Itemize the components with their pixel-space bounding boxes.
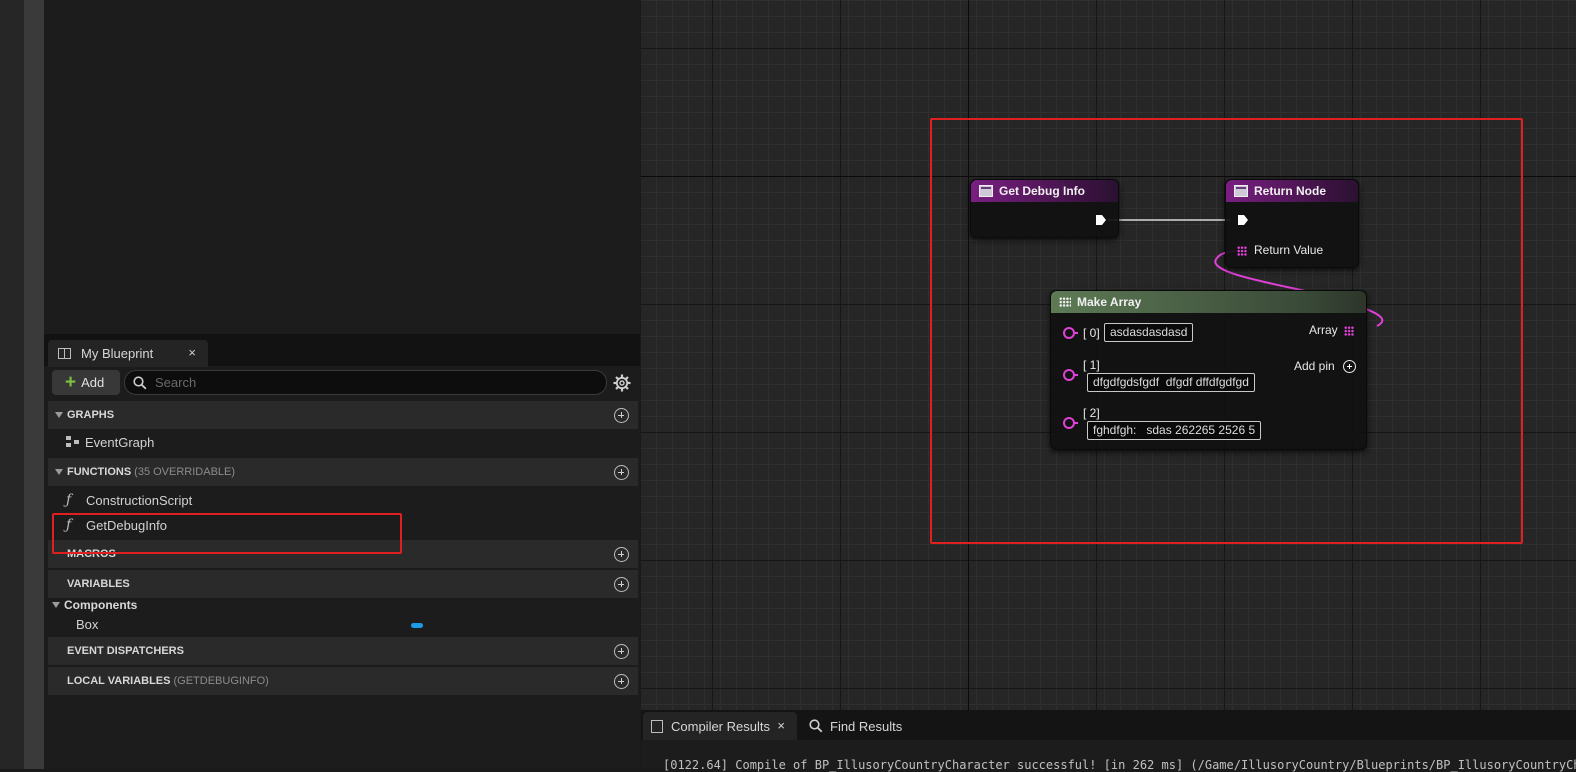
add-button-label: Add: [81, 375, 105, 390]
components-category[interactable]: Components: [52, 598, 137, 612]
search-input[interactable]: [155, 375, 595, 390]
graph-item-label: EventGraph: [85, 434, 155, 450]
variable-type-pill: [411, 623, 423, 628]
component-item-box[interactable]: Box: [76, 617, 98, 632]
section-functions-overridable: (35 OVERRIDABLE): [134, 466, 236, 478]
function-icon: ƒ: [66, 492, 72, 508]
tab-compiler-results-label: Compiler Results: [671, 718, 770, 734]
section-graphs[interactable]: GRAPHS: [48, 401, 638, 429]
section-event-dispatchers-label: EVENT DISPATCHERS: [67, 645, 184, 657]
compiler-results-icon: [651, 719, 663, 733]
tab-find-results-label: Find Results: [830, 718, 903, 734]
my-blueprint-tab[interactable]: My Blueprint ×: [48, 340, 208, 367]
plus-icon: +: [65, 372, 77, 393]
collapse-arrow-icon[interactable]: [52, 602, 60, 608]
search-icon: [133, 375, 147, 389]
event-graph-icon: [66, 436, 80, 448]
collapse-arrow-icon[interactable]: [55, 412, 63, 418]
tab-find-results[interactable]: Find Results: [809, 712, 902, 740]
add-variable-icon[interactable]: [614, 577, 629, 592]
search-box[interactable]: [124, 370, 607, 395]
section-variables-label: VARIABLES: [67, 578, 130, 590]
section-graphs-label: GRAPHS: [67, 409, 115, 421]
section-variables[interactable]: VARIABLES: [48, 570, 638, 598]
add-button[interactable]: + Add: [52, 370, 120, 395]
search-icon: [809, 719, 823, 733]
gear-icon[interactable]: [612, 373, 632, 393]
section-event-dispatchers[interactable]: EVENT DISPATCHERS: [48, 637, 638, 665]
book-icon: [58, 348, 71, 359]
add-function-icon[interactable]: [614, 465, 629, 480]
close-icon[interactable]: ×: [188, 345, 196, 360]
components-label: Components: [64, 598, 138, 612]
add-macro-icon[interactable]: [614, 547, 629, 562]
left-edge-strip: [0, 0, 24, 769]
upper-panel: [44, 0, 640, 334]
add-graph-icon[interactable]: [614, 408, 629, 423]
add-local-variable-icon[interactable]: [614, 674, 629, 689]
log-line: [0122.64] Compile of BP_IllusoryCountryC…: [663, 758, 1576, 772]
highlight-box-graph: [930, 118, 1523, 544]
section-functions-label: FUNCTIONS: [67, 466, 132, 478]
section-local-variables-label: LOCAL VARIABLES: [67, 675, 171, 687]
left-scroll-strip[interactable]: [24, 0, 44, 769]
highlight-box-getdebuginfo: [52, 513, 402, 554]
blueprint-graph-canvas[interactable]: Get Debug Info Return Node Return Value …: [641, 0, 1576, 710]
bottom-panel: Compiler Results × Find Results [0122.64…: [641, 710, 1576, 772]
blueprint-toolbar: + Add: [44, 367, 640, 401]
section-local-variables[interactable]: LOCAL VARIABLES (GETDEBUGINFO): [48, 667, 638, 695]
panel-tabbar: My Blueprint ×: [44, 334, 640, 367]
tab-compiler-results[interactable]: Compiler Results ×: [643, 712, 797, 740]
function-item-constructionscript[interactable]: ƒ ConstructionScript: [66, 489, 192, 511]
add-event-dispatcher-icon[interactable]: [614, 644, 629, 659]
function-item-label: ConstructionScript: [86, 492, 193, 508]
section-functions[interactable]: FUNCTIONS (35 OVERRIDABLE): [48, 458, 638, 486]
my-blueprint-tab-label: My Blueprint: [81, 346, 154, 361]
compiler-log: [0122.64] Compile of BP_IllusoryCountryC…: [641, 740, 1576, 772]
close-icon[interactable]: ×: [777, 718, 785, 733]
collapse-arrow-icon[interactable]: [55, 469, 63, 475]
graph-item-eventgraph[interactable]: EventGraph: [66, 431, 154, 453]
section-local-variables-scope: (GETDEBUGINFO): [173, 675, 269, 687]
